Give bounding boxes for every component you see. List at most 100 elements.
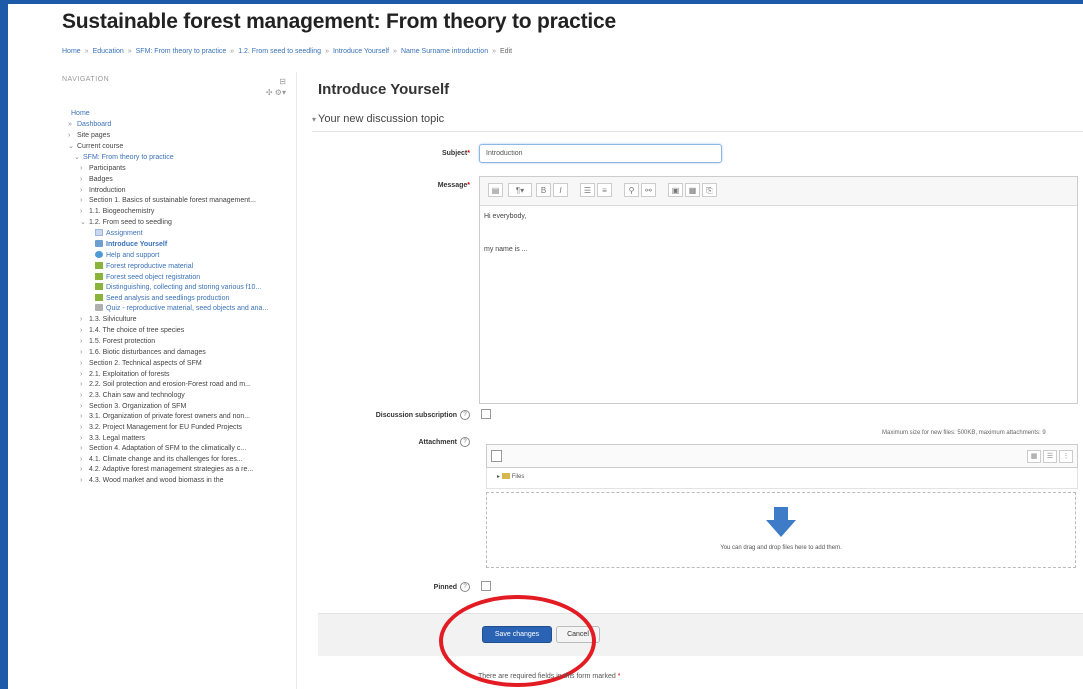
breadcrumb-item[interactable]: 1.2. From seed to seedling bbox=[238, 48, 321, 55]
sidebar-item[interactable]: › 3.2. Project Management for EU Funded P… bbox=[62, 422, 290, 433]
breadcrumb-item[interactable]: Education bbox=[93, 48, 124, 55]
sidebar-item[interactable]: › 1.3. Silviculture bbox=[62, 314, 290, 325]
sidebar-item-label: Home bbox=[71, 110, 90, 117]
icon-view-icon[interactable]: ▦ bbox=[1027, 450, 1041, 463]
sidebar-item-label: 4.2. Adaptive forest management strategi… bbox=[89, 466, 254, 473]
sidebar-item[interactable]: › 4.2. Adaptive forest management strateg… bbox=[62, 465, 290, 475]
add-file-icon[interactable] bbox=[491, 450, 502, 462]
tree-toggle-icon: › bbox=[80, 208, 83, 215]
sidebar-item[interactable]: › 3.3. Legal matters bbox=[62, 433, 290, 444]
pinned-label: Pinned? bbox=[400, 582, 470, 592]
required-icon: * bbox=[467, 182, 470, 189]
subject-input[interactable] bbox=[479, 144, 722, 163]
file-manager-icon[interactable]: ⎘ bbox=[702, 183, 717, 197]
sidebar-item-label: Quiz - reproductive material, seed objec… bbox=[106, 305, 269, 312]
sidebar-item-label: 4.1. Climate change and its challenges f… bbox=[89, 456, 243, 463]
message-label-text: Message bbox=[437, 182, 468, 189]
sidebar-item[interactable]: Quiz - reproductive material, seed objec… bbox=[62, 304, 290, 314]
paragraph-style-icon[interactable]: ¶▾ bbox=[508, 183, 532, 197]
sidebar-item[interactable]: ⌄ Current course bbox=[62, 141, 290, 152]
sidebar-item[interactable]: › 1.1. Biogeochemistry bbox=[62, 206, 290, 217]
italic-icon[interactable]: I bbox=[553, 183, 568, 197]
sidebar-item[interactable]: › Introduction bbox=[62, 185, 290, 196]
form-legend[interactable]: ▾ Your new discussion topic bbox=[312, 113, 444, 125]
window-frame-top bbox=[0, 0, 1083, 4]
green-activity-icon bbox=[95, 273, 103, 280]
globe-activity-icon bbox=[95, 251, 103, 258]
sidebar-item-label: Dashboard bbox=[77, 121, 112, 128]
sidebar-item[interactable]: › Section 3. Organization of SFM bbox=[62, 401, 290, 412]
subscription-label: Discussion subscription? bbox=[330, 410, 470, 420]
sidebar-item[interactable]: › 1.5. Forest protection bbox=[62, 336, 290, 347]
page-title: Sustainable forest management: From theo… bbox=[62, 10, 616, 33]
breadcrumb-separator: » bbox=[325, 48, 329, 55]
tree-view-icon[interactable]: ⋮ bbox=[1059, 450, 1073, 463]
sidebar-item[interactable]: › 2.3. Chain saw and technology bbox=[62, 390, 290, 401]
unlink-icon[interactable]: ⚯ bbox=[641, 183, 656, 197]
breadcrumb-separator: » bbox=[393, 48, 397, 55]
tree-toggle-icon: › bbox=[80, 338, 83, 345]
max-size-note: Maximum size for new files: 500KB, maxim… bbox=[882, 430, 1046, 436]
help-icon[interactable]: ? bbox=[460, 437, 470, 447]
sidebar-item[interactable]: › Section 2. Technical aspects of SFM bbox=[62, 358, 290, 369]
tree-toggle-icon: › bbox=[80, 435, 83, 442]
sidebar-item[interactable]: Forest reproductive material bbox=[62, 261, 290, 272]
sidebar-item[interactable]: › 3.1. Organization of private forest own… bbox=[62, 412, 290, 422]
block-controls[interactable]: ⊟ ✣ ⚙▾ bbox=[266, 76, 286, 98]
sidebar-item[interactable]: › 2.2. Soil protection and erosion-Forest… bbox=[62, 380, 290, 390]
navigation-tree: Home » Dashboard › Site pages ⌄ Current course… bbox=[62, 108, 290, 486]
editor-content[interactable]: Hi everybody, my name is ... bbox=[484, 211, 528, 255]
sidebar-item[interactable]: ⌄ SFM: From theory to practice bbox=[62, 152, 290, 163]
sidebar-item[interactable]: › Participants bbox=[62, 163, 290, 174]
sidebar-item[interactable]: › Badges bbox=[62, 174, 290, 185]
help-icon[interactable]: ? bbox=[460, 582, 470, 592]
image-icon[interactable]: ▣ bbox=[668, 183, 683, 197]
files-folder[interactable]: ▸ Files bbox=[497, 473, 524, 480]
sidebar-item[interactable]: › Section 4. Adaptation of SFM to the cli… bbox=[62, 444, 290, 454]
breadcrumb-item[interactable]: Home bbox=[62, 48, 81, 55]
subscription-checkbox[interactable] bbox=[481, 409, 491, 419]
message-editor[interactable]: ▤ ¶▾ B I ☰ ≡ ⚲ ⚯ ▣ ▦ ⎘ Hi everybody, my … bbox=[479, 176, 1078, 404]
sidebar-item-label: Forest seed object registration bbox=[106, 274, 201, 281]
sidebar-item[interactable]: › 1.6. Biotic disturbances and damages bbox=[62, 347, 290, 358]
sidebar-item[interactable]: Introduce Yourself bbox=[62, 239, 290, 250]
file-dropzone[interactable]: You can drag and drop files here to add … bbox=[486, 492, 1076, 568]
tree-toggle-icon: › bbox=[80, 187, 83, 194]
media-icon[interactable]: ▦ bbox=[685, 183, 700, 197]
sidebar-item[interactable]: Assignment bbox=[62, 228, 290, 239]
sidebar-item[interactable]: Forest seed object registration bbox=[62, 272, 290, 283]
breadcrumb-item[interactable]: Introduce Yourself bbox=[333, 48, 389, 55]
sidebar-item[interactable]: › Section 1. Basics of sustainable forest… bbox=[62, 196, 290, 206]
list-view-icon[interactable]: ☰ bbox=[1043, 450, 1057, 463]
download-arrow-icon bbox=[766, 507, 796, 537]
required-note-text: There are required fields in this form m… bbox=[478, 673, 616, 680]
tree-toggle-icon: ⌄ bbox=[74, 154, 80, 161]
numbered-list-icon[interactable]: ≡ bbox=[597, 183, 612, 197]
breadcrumb-item[interactable]: Name Surname introduction bbox=[401, 48, 488, 55]
window-frame-left bbox=[0, 0, 8, 689]
sidebar-item[interactable]: › 4.3. Wood market and wood biomass in th… bbox=[62, 475, 290, 486]
sidebar-item[interactable]: » Dashboard bbox=[62, 119, 290, 130]
sidebar-item[interactable]: › 4.1. Climate change and its challenges … bbox=[62, 454, 290, 465]
sidebar-item[interactable]: Home bbox=[62, 108, 290, 119]
link-icon[interactable]: ⚲ bbox=[624, 183, 639, 197]
breadcrumb-item[interactable]: SFM: From theory to practice bbox=[136, 48, 227, 55]
blue-activity-icon bbox=[95, 240, 103, 247]
bold-icon[interactable]: B bbox=[536, 183, 551, 197]
toolbar-toggle-icon[interactable]: ▤ bbox=[488, 183, 503, 197]
message-line: Hi everybody, bbox=[484, 213, 527, 220]
sidebar-item[interactable]: ⌄ 1.2. From seed to seedling bbox=[62, 217, 290, 228]
bullet-list-icon[interactable]: ☰ bbox=[580, 183, 595, 197]
sidebar-item[interactable]: Help and support bbox=[62, 250, 290, 261]
tree-toggle-icon: › bbox=[80, 456, 83, 463]
sidebar-item[interactable]: › 2.1. Exploitation of forests bbox=[62, 369, 290, 380]
help-icon[interactable]: ? bbox=[460, 410, 470, 420]
sidebar-item[interactable]: › 1.4. The choice of tree species bbox=[62, 325, 290, 336]
sidebar-item-label: Section 1. Basics of sustainable forest … bbox=[89, 197, 256, 204]
view-toggles: ▦ ☰ ⋮ bbox=[1025, 450, 1073, 463]
green-activity-icon bbox=[95, 283, 103, 290]
sidebar-item[interactable]: › Site pages bbox=[62, 130, 290, 141]
sidebar-item[interactable]: Distinguishing, collecting and storing v… bbox=[62, 283, 290, 293]
pinned-checkbox[interactable] bbox=[481, 581, 491, 591]
sidebar-item[interactable]: Seed analysis and seedlings production bbox=[62, 293, 290, 304]
